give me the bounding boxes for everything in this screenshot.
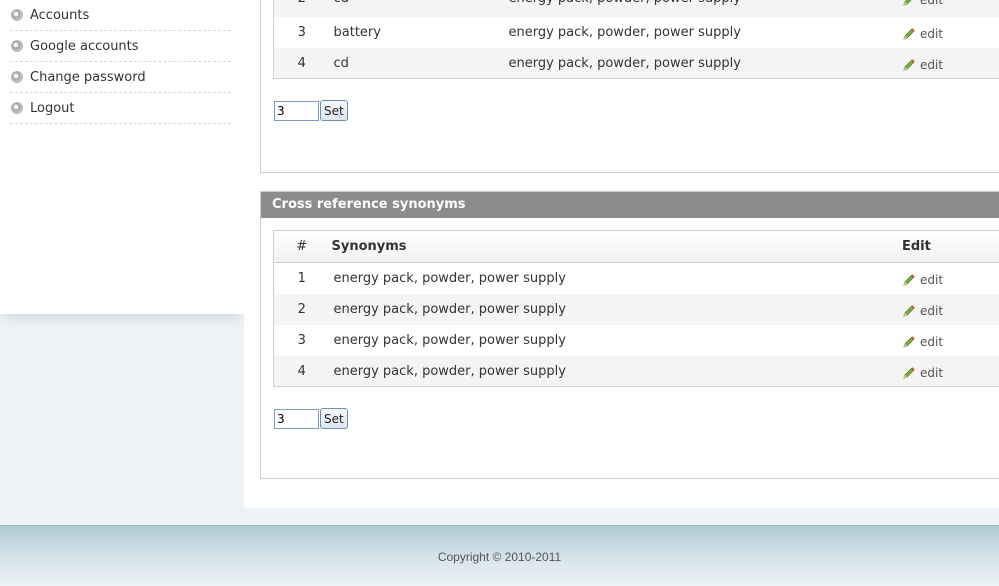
row-synonyms: energy pack, powder, power supply bbox=[508, 55, 741, 71]
table-row: 3 energy pack, powder, power supply edit bbox=[274, 325, 999, 356]
column-header-edit: Edit bbox=[902, 239, 931, 254]
row-synonyms: energy pack, powder, power supply bbox=[333, 332, 566, 348]
sidebar-item-accounts[interactable]: Accounts bbox=[10, 0, 231, 31]
edit-link[interactable]: edit bbox=[902, 0, 943, 7]
row-synonyms: energy pack, powder, power supply bbox=[508, 24, 741, 40]
sidebar-item-label: Change password bbox=[30, 69, 146, 85]
copyright-text: Copyright © 2010-2011 bbox=[437, 550, 562, 564]
pencil-icon bbox=[903, 366, 915, 379]
row-name: cd bbox=[330, 0, 509, 17]
column-header-number: # bbox=[296, 239, 308, 254]
row-name: cd bbox=[333, 55, 349, 71]
pencil-icon bbox=[903, 27, 915, 40]
row-number: 3 bbox=[297, 332, 306, 348]
table-row: 2 cd energy pack, powder, power supply e… bbox=[273, 0, 999, 17]
column-header-synonyms: Synonyms bbox=[331, 239, 407, 254]
row-synonyms: energy pack, powder, power supply bbox=[333, 271, 566, 286]
row-number: 4 bbox=[297, 55, 306, 71]
row-number: 4 bbox=[297, 363, 306, 379]
rows-per-page-control: Set bbox=[274, 408, 348, 429]
synonyms-panel: 2 cd energy pack, powder, power supply e… bbox=[260, 0, 999, 173]
cross-reference-table: # Synonyms Edit 1 energy pack, powder, p… bbox=[273, 230, 999, 387]
edit-label: edit bbox=[920, 273, 944, 287]
pencil-icon bbox=[903, 0, 912, 6]
table-row: 4 energy pack, powder, power supply edit bbox=[273, 355, 999, 387]
bullet-icon bbox=[11, 9, 23, 21]
table-row: 1 energy pack, powder, power supply edit bbox=[274, 263, 999, 294]
edit-link[interactable]: edit bbox=[902, 56, 943, 72]
bullet-icon bbox=[11, 40, 23, 52]
cross-reference-panel: Cross reference synonyms # Synonyms Edit… bbox=[260, 191, 999, 479]
panel-title: Cross reference synonyms bbox=[261, 192, 999, 218]
synonyms-table: 2 cd energy pack, powder, power supply e… bbox=[273, 0, 999, 79]
sidebar-item-label: Accounts bbox=[30, 7, 90, 23]
sidebar-item-label: Google accounts bbox=[30, 38, 139, 54]
edit-label: edit bbox=[920, 57, 944, 72]
sidebar-item-google-accounts[interactable]: Google accounts bbox=[10, 31, 231, 62]
row-synonyms: energy pack, powder, power supply bbox=[333, 301, 566, 317]
edit-link[interactable]: edit bbox=[902, 364, 943, 380]
table-row: 3 battery energy pack, powder, power sup… bbox=[274, 17, 999, 48]
sidebar-menu: Accounts Google accounts Change password… bbox=[0, 0, 244, 124]
edit-label: edit bbox=[920, 365, 944, 380]
rows-per-page-input[interactable] bbox=[274, 100, 319, 121]
pencil-icon bbox=[903, 304, 915, 317]
pencil-icon bbox=[903, 274, 915, 286]
set-button[interactable]: Set bbox=[320, 100, 348, 121]
rows-per-page-control: Set bbox=[274, 100, 348, 121]
row-number: 1 bbox=[297, 271, 306, 286]
table-row: 4 cd energy pack, powder, power supply e… bbox=[273, 47, 999, 79]
table-row: 2 energy pack, powder, power supply edit bbox=[273, 293, 999, 325]
edit-link[interactable]: edit bbox=[902, 302, 943, 318]
row-synonyms: energy pack, powder, power supply bbox=[509, 0, 903, 17]
bullet-icon bbox=[11, 71, 23, 83]
row-synonyms: energy pack, powder, power supply bbox=[333, 363, 566, 379]
sidebar-item-label: Logout bbox=[30, 100, 75, 116]
sidebar: Accounts Google accounts Change password… bbox=[0, 0, 244, 314]
edit-label: edit bbox=[920, 26, 944, 41]
edit-label: edit bbox=[920, 0, 944, 7]
rows-per-page-input[interactable] bbox=[274, 408, 319, 429]
row-name: battery bbox=[333, 24, 381, 40]
edit-label: edit bbox=[920, 334, 944, 349]
edit-link[interactable]: edit bbox=[902, 333, 943, 349]
pencil-icon bbox=[903, 58, 915, 71]
footer: Copyright © 2010-2011 bbox=[0, 525, 999, 586]
bullet-icon bbox=[11, 102, 23, 114]
sidebar-item-logout[interactable]: Logout bbox=[10, 93, 231, 124]
edit-link[interactable]: edit bbox=[902, 25, 943, 41]
pencil-icon bbox=[903, 335, 915, 348]
table-header-row: # Synonyms Edit bbox=[273, 230, 999, 263]
row-number: 2 bbox=[274, 0, 330, 17]
main-content: 2 cd energy pack, powder, power supply e… bbox=[244, 0, 999, 508]
edit-label: edit bbox=[920, 303, 944, 318]
set-button[interactable]: Set bbox=[320, 408, 348, 429]
edit-link[interactable]: edit bbox=[902, 271, 943, 287]
row-number: 3 bbox=[297, 24, 306, 40]
row-number: 2 bbox=[297, 301, 306, 317]
sidebar-item-change-password[interactable]: Change password bbox=[10, 62, 231, 93]
